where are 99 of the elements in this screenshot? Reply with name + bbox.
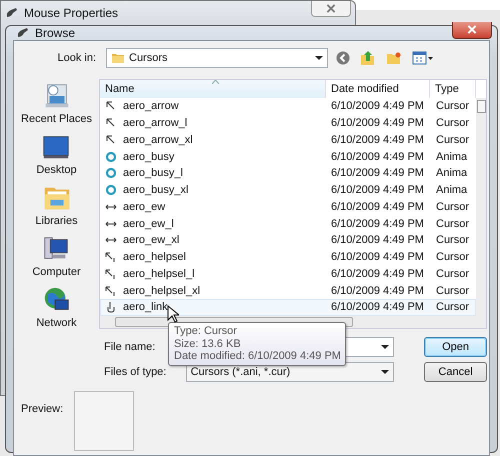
mouse-pointer-icon — [167, 305, 179, 323]
type-cell-text: Cursor — [435, 117, 470, 130]
close-icon — [467, 25, 477, 34]
folder-icon — [111, 52, 125, 64]
file-row[interactable]: aero_helpsel 6/10/2009 4:49 PM Cursor — [100, 248, 476, 266]
places-item[interactable]: Computer — [32, 234, 81, 281]
date-cell-text: 6/10/2009 4:49 PM — [330, 251, 425, 264]
ring-icon — [105, 167, 117, 180]
file-name: aero_ew_l — [123, 218, 174, 230]
date-cell-text: 6/10/2009 4:49 PM — [330, 167, 425, 180]
file-type-label: Files of type: — [103, 366, 168, 378]
file-name: aero_ew_xl — [123, 234, 180, 246]
type-cell-text: Cursor — [435, 301, 470, 314]
hand-cursor-icon — [105, 301, 117, 314]
file-type-value: Cursors (*.ani, *.cur) — [190, 366, 292, 378]
dropdown-caret-icon — [381, 345, 390, 349]
ring-icon — [105, 150, 117, 163]
file-row[interactable]: aero_helpsel_l 6/10/2009 4:49 PM Cursor — [100, 266, 476, 282]
dropdown-caret-icon — [381, 370, 390, 374]
close-button[interactable] — [452, 22, 492, 38]
date-cell-text: 6/10/2009 4:49 PM — [330, 218, 425, 230]
file-name: aero_arrow_l — [123, 117, 188, 130]
file-name: aero_busy_l — [123, 167, 183, 180]
file-row[interactable]: aero_helpsel_xl 6/10/2009 4:49 PM Cursor — [100, 282, 476, 299]
file-name: aero_busy_xl — [123, 184, 188, 196]
ring-icon — [105, 184, 117, 196]
type-cell-text: Cursor — [435, 100, 470, 112]
look-in-value: Cursors — [129, 52, 169, 64]
type-cell-text: Cursor — [435, 134, 470, 146]
tooltip-line: Date modified: 6/10/2009 4:49 PM — [174, 350, 341, 362]
tooltip-line: Type: Cursor — [174, 325, 237, 338]
column-header[interactable]: Type — [430, 80, 476, 98]
tooltip-line: Size: 13.6 KB — [174, 338, 241, 350]
file-name: aero_helpsel_l — [123, 268, 195, 280]
look-in-label: Look in: — [56, 52, 96, 64]
dropdown-caret-icon — [315, 56, 323, 60]
places-label: Network — [36, 317, 77, 329]
preview-label: Preview: — [20, 403, 64, 415]
type-cell-text: Cursor — [435, 200, 470, 213]
file-row[interactable]: aero_arrow_xl 6/10/2009 4:49 PM Cursor — [100, 132, 476, 148]
places-item[interactable]: Desktop — [36, 132, 77, 179]
type-cell-text: Cursor — [435, 268, 470, 280]
close-icon — [326, 4, 336, 13]
file-name: aero_arrow — [123, 100, 179, 112]
places-label: Libraries — [35, 215, 78, 227]
date-cell-text: 6/10/2009 4:49 PM — [330, 184, 425, 196]
window-title: Mouse Properties — [24, 6, 118, 20]
back-button[interactable] — [334, 51, 352, 65]
file-row[interactable]: aero_busy 6/10/2009 4:49 PM Anima — [100, 148, 476, 165]
date-cell-text: 6/10/2009 4:49 PM — [330, 268, 425, 280]
date-cell-text: 6/10/2009 4:49 PM — [330, 284, 425, 297]
look-in-dropdown[interactable]: Cursors — [106, 48, 328, 68]
places-item[interactable]: Recent Places — [21, 81, 92, 128]
file-row[interactable]: aero_busy_l 6/10/2009 4:49 PM Anima — [100, 165, 476, 182]
file-row[interactable]: aero_ew 6/10/2009 4:49 PM Cursor — [100, 198, 476, 216]
places-item[interactable]: Libraries — [35, 183, 78, 230]
date-cell-text: 6/10/2009 4:49 PM — [330, 200, 425, 213]
arrow-cursor-icon — [105, 134, 117, 146]
file-name: aero_ew — [123, 200, 166, 213]
file-row[interactable]: aero_ew_l 6/10/2009 4:49 PM Cursor — [100, 215, 476, 232]
date-cell-text: 6/10/2009 4:49 PM — [330, 234, 425, 246]
date-cell-text: 6/10/2009 4:49 PM — [330, 134, 425, 146]
type-cell-text: Cursor — [435, 234, 470, 246]
places-label: Computer — [32, 266, 81, 278]
type-cell-text: Anima — [435, 150, 468, 163]
arrow-cursor-icon — [105, 268, 117, 280]
open-button[interactable]: Open — [424, 337, 487, 357]
date-cell-text: 6/10/2009 4:49 PM — [330, 301, 425, 314]
type-cell-text: Cursor — [435, 218, 470, 230]
places-label: Desktop — [36, 164, 77, 176]
type-cell-text: Anima — [435, 167, 468, 180]
file-name: aero_helpsel — [123, 251, 186, 264]
arrow-cursor-icon — [105, 284, 117, 297]
arrow-cursor-icon — [105, 251, 117, 264]
vertical-scrollbar[interactable] — [476, 98, 486, 316]
sort-caret-icon — [212, 80, 219, 84]
file-name: aero_helpsel_xl — [123, 284, 200, 297]
places-item[interactable]: Network — [36, 285, 77, 332]
column-header[interactable]: Name — [100, 80, 326, 98]
view-menu-button[interactable] — [410, 51, 436, 65]
file-row[interactable]: aero_arrow 6/10/2009 4:49 PM Cursor — [100, 98, 476, 115]
type-cell-text: Anima — [435, 184, 468, 196]
date-cell-text: 6/10/2009 4:49 PM — [330, 117, 425, 130]
file-row[interactable]: aero_busy_xl 6/10/2009 4:49 PM Anima — [100, 182, 476, 198]
file-row[interactable]: aero_ew_xl 6/10/2009 4:49 PM Cursor — [100, 232, 476, 249]
type-cell-text: Cursor — [435, 284, 470, 297]
file-row[interactable]: aero_link 6/10/2009 4:49 PM Cursor — [100, 299, 476, 316]
column-header[interactable]: Date modified — [326, 80, 430, 98]
places-label: Recent Places — [21, 113, 92, 125]
file-name: aero_link — [123, 301, 168, 314]
dialog-title: Browse — [35, 26, 76, 40]
file-row[interactable]: aero_arrow_l 6/10/2009 4:49 PM Cursor — [100, 114, 476, 132]
file-name: aero_busy — [123, 150, 174, 163]
date-cell-text: 6/10/2009 4:49 PM — [330, 100, 425, 112]
date-cell-text: 6/10/2009 4:49 PM — [330, 150, 425, 163]
type-cell-text: Cursor — [435, 251, 470, 264]
preview-pane — [74, 391, 134, 451]
file-name: aero_arrow_xl — [123, 134, 193, 146]
cancel-button[interactable]: Cancel — [424, 362, 487, 382]
